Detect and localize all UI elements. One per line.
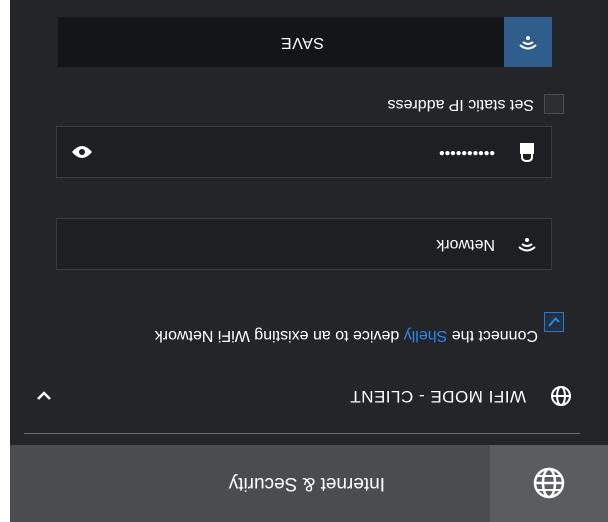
section-title: WIFI MODE - CLIENT bbox=[349, 387, 526, 406]
chevron-down-icon[interactable] bbox=[36, 388, 52, 404]
network-field[interactable]: Network bbox=[56, 218, 552, 270]
page-title: Internet & Security bbox=[228, 473, 385, 495]
connect-text-after: device to an existing WiFi Network bbox=[154, 327, 404, 344]
connect-existing-wifi-row: Connect the Shelly device to an existing… bbox=[36, 292, 572, 352]
lock-icon bbox=[503, 127, 551, 177]
connect-wifi-label: Connect the Shelly device to an existing… bbox=[98, 326, 538, 344]
settings-panel: Internet & Security WIFI MODE - CLIENT C… bbox=[10, 0, 608, 522]
divider bbox=[24, 433, 580, 434]
connect-text-before: Connect the bbox=[447, 327, 538, 344]
eye-icon[interactable] bbox=[71, 141, 93, 163]
shelly-brand-text: Shelly bbox=[403, 327, 448, 344]
static-ip-row: Set static IP address bbox=[36, 86, 572, 122]
static-ip-label: Set static IP address bbox=[387, 96, 534, 113]
page-header: Internet & Security bbox=[10, 445, 608, 522]
wifi-icon bbox=[503, 219, 551, 269]
globe-icon bbox=[550, 385, 572, 407]
screen: Internet & Security WIFI MODE - CLIENT C… bbox=[0, 0, 608, 522]
header-icon-box[interactable] bbox=[490, 445, 608, 522]
save-label: SAVE bbox=[280, 34, 325, 51]
wifi-mode-client-section[interactable]: WIFI MODE - CLIENT bbox=[36, 370, 572, 422]
checkmark-icon bbox=[547, 315, 561, 329]
network-input-value: Network bbox=[436, 236, 495, 253]
globe-icon bbox=[532, 467, 566, 501]
save-button[interactable]: SAVE bbox=[58, 17, 552, 67]
connect-wifi-checkbox[interactable] bbox=[544, 312, 564, 332]
wifi-icon bbox=[504, 17, 552, 67]
password-field[interactable]: •••••••••• bbox=[56, 126, 552, 178]
password-input-value: •••••••••• bbox=[438, 144, 495, 161]
static-ip-checkbox[interactable] bbox=[544, 94, 564, 114]
